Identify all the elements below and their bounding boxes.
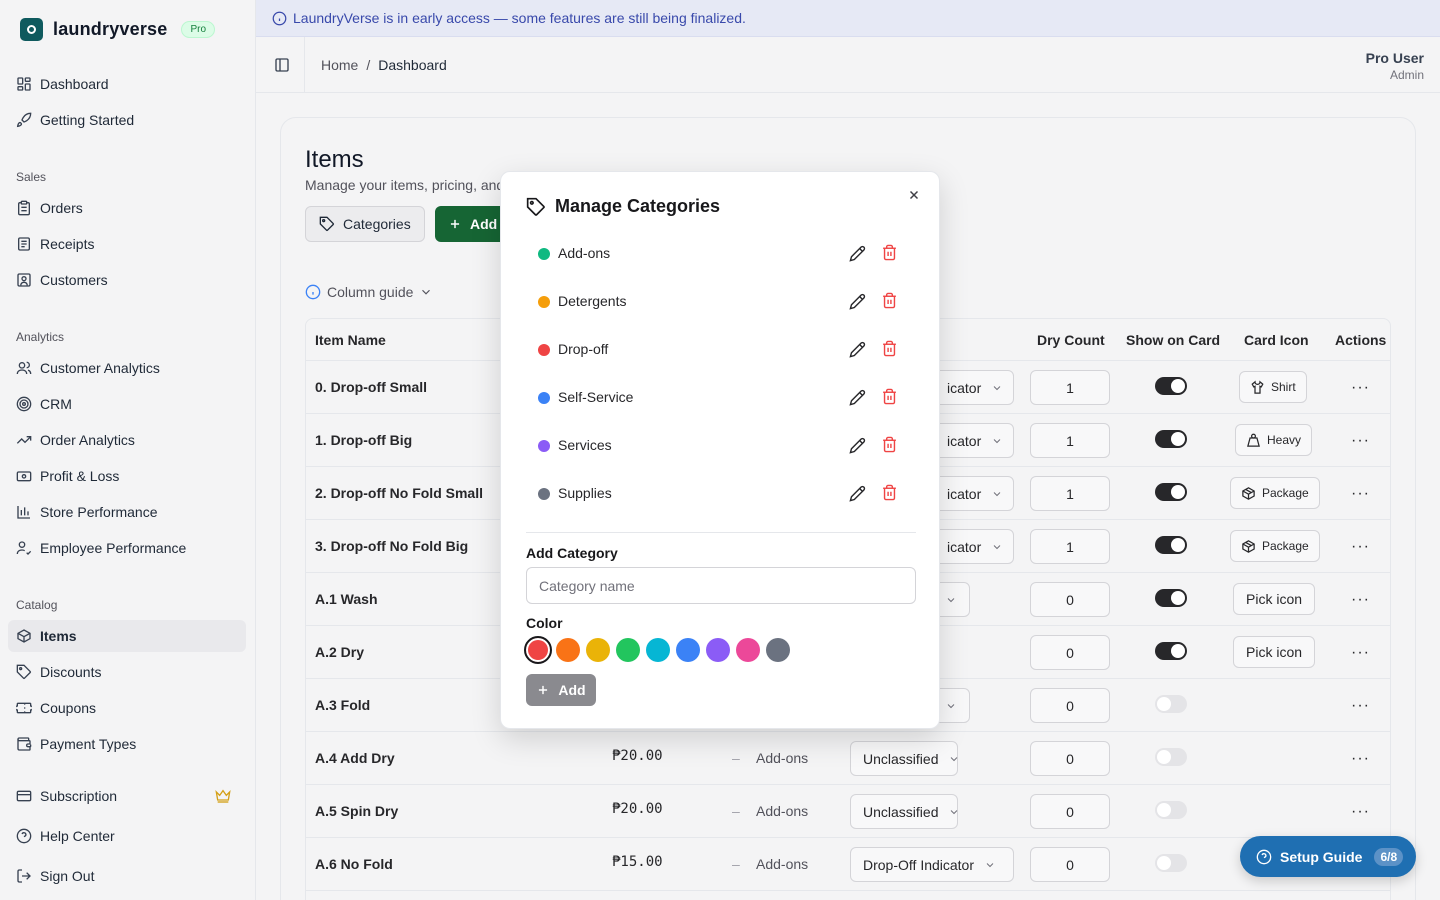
color-swatch[interactable] xyxy=(676,638,700,662)
category-name: Add-ons xyxy=(558,245,611,261)
trash-icon[interactable] xyxy=(881,292,898,309)
category-name: Supplies xyxy=(558,485,612,501)
color-swatch[interactable] xyxy=(616,638,640,662)
category-item: Self-Service xyxy=(526,375,916,423)
color-swatch[interactable] xyxy=(524,636,552,664)
category-item: Services xyxy=(526,423,916,471)
category-color-dot xyxy=(538,344,550,356)
category-color-dot xyxy=(538,440,550,452)
category-color-dot xyxy=(538,248,550,260)
category-name: Detergents xyxy=(558,293,627,309)
trash-icon[interactable] xyxy=(881,340,898,357)
color-swatch[interactable] xyxy=(706,638,730,662)
color-swatch[interactable] xyxy=(556,638,580,662)
category-name-input[interactable] xyxy=(526,567,916,604)
color-swatch[interactable] xyxy=(766,638,790,662)
tag-icon xyxy=(526,197,546,217)
trash-icon[interactable] xyxy=(881,388,898,405)
pencil-icon[interactable] xyxy=(849,245,866,262)
category-color-dot xyxy=(538,296,550,308)
pencil-icon[interactable] xyxy=(849,485,866,502)
category-name: Services xyxy=(558,437,612,453)
category-item: Detergents xyxy=(526,279,916,327)
color-swatch[interactable] xyxy=(586,638,610,662)
add-category-label: Add Category xyxy=(526,545,618,561)
manage-categories-dialog: Manage Categories Add-ons Detergents Drop-… xyxy=(500,171,940,729)
plus-icon xyxy=(536,683,550,697)
category-item: Add-ons xyxy=(526,231,916,279)
color-swatch[interactable] xyxy=(736,638,760,662)
pencil-icon[interactable] xyxy=(849,293,866,310)
trash-icon[interactable] xyxy=(881,436,898,453)
trash-icon[interactable] xyxy=(881,244,898,261)
category-color-dot xyxy=(538,488,550,500)
category-name: Self-Service xyxy=(558,389,634,405)
dialog-title-text: Manage Categories xyxy=(555,196,721,216)
category-name: Drop-off xyxy=(558,341,609,357)
category-color-dot xyxy=(538,392,550,404)
pencil-icon[interactable] xyxy=(849,389,866,406)
divider xyxy=(526,532,916,533)
trash-icon[interactable] xyxy=(881,484,898,501)
add-category-button[interactable]: Add xyxy=(526,674,596,706)
pencil-icon[interactable] xyxy=(849,437,866,454)
add-category-button-label: Add xyxy=(558,682,586,698)
category-item: Supplies xyxy=(526,471,916,519)
pencil-icon[interactable] xyxy=(849,341,866,358)
color-swatch[interactable] xyxy=(646,638,670,662)
color-label: Color xyxy=(526,615,563,631)
close-icon[interactable] xyxy=(907,188,921,202)
category-item: Drop-off xyxy=(526,327,916,375)
dialog-title: Manage Categories xyxy=(526,196,720,217)
